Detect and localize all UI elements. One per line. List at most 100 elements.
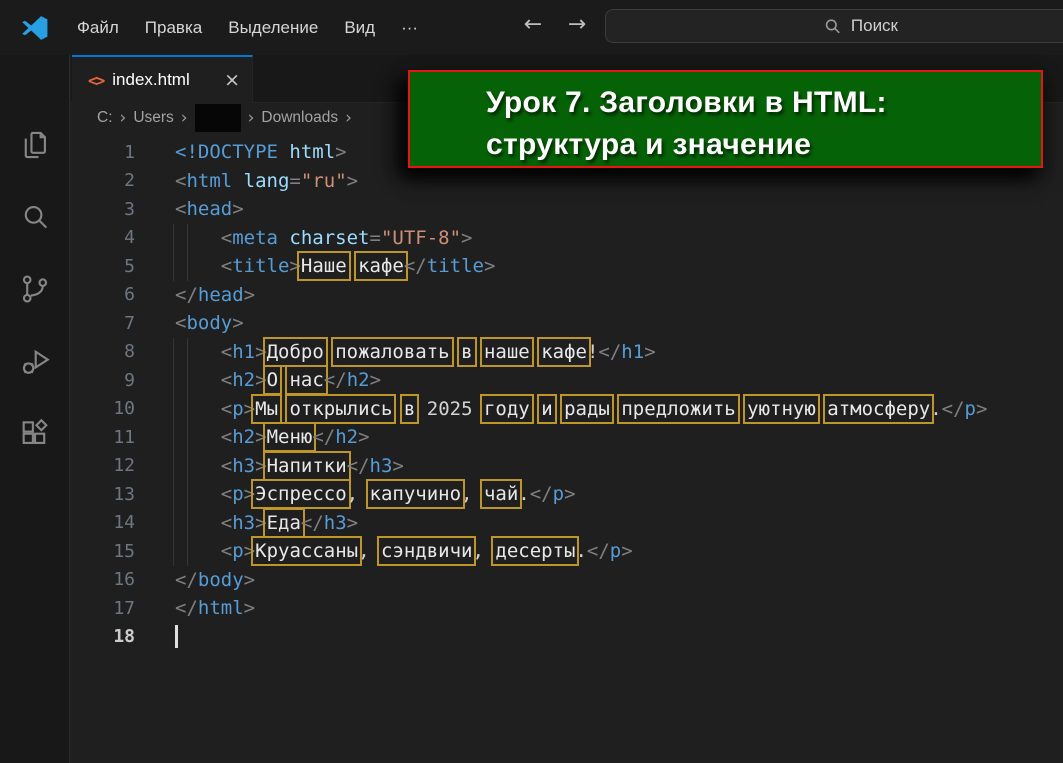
search-inner: Поиск: [823, 16, 898, 36]
menu-edit[interactable]: Правка: [132, 10, 215, 46]
tab-index-html[interactable]: <> index.html ×: [72, 55, 253, 103]
extensions-icon[interactable]: [18, 416, 52, 450]
indent-guide: [173, 537, 174, 566]
spellcheck-word-box: кафе: [541, 341, 587, 363]
indent-guide: [187, 338, 188, 367]
indent-guide: [187, 509, 188, 538]
code-line: 11 <h2>Меню</h2>: [71, 423, 1063, 452]
code-token: [392, 398, 403, 420]
code-token: body: [198, 569, 244, 591]
line-number: 3: [71, 199, 135, 220]
line-number: 9: [71, 370, 135, 391]
code-token: body: [186, 312, 232, 334]
explorer-icon[interactable]: [18, 128, 52, 162]
menu-file[interactable]: Файл: [64, 10, 132, 46]
close-icon[interactable]: ×: [224, 69, 240, 91]
spellcheck-word-box: пожаловать: [335, 341, 449, 363]
code-token: >: [370, 369, 381, 391]
code-token: [175, 255, 221, 277]
breadcrumb-users[interactable]: Users: [133, 109, 173, 127]
spellcheck-word-box: Меню: [267, 426, 313, 448]
line-number: 1: [71, 142, 135, 163]
code-token: [175, 227, 221, 249]
code-token: charset: [278, 227, 370, 249]
code-text: <title>Наше кафе</title>: [175, 255, 495, 277]
spellcheck-word-box: О: [267, 369, 278, 391]
code-token: >: [335, 141, 346, 163]
code-token: h3: [370, 455, 393, 477]
code-token: ,: [461, 483, 484, 505]
search-sidebar-icon[interactable]: [18, 200, 52, 234]
code-token: </: [175, 569, 198, 591]
code-token: <: [175, 198, 186, 220]
code-token: >: [255, 426, 266, 448]
code-token: >: [289, 255, 300, 277]
code-token: [175, 426, 221, 448]
spellcheck-word-box: году: [484, 398, 530, 420]
code-token: </: [942, 398, 965, 420]
line-number: 12: [71, 455, 135, 476]
source-control-icon[interactable]: [18, 272, 52, 306]
indent-guide: [187, 395, 188, 424]
code-token: h2: [335, 426, 358, 448]
code-token: [175, 540, 221, 562]
spellcheck-word-box: уютную: [747, 398, 816, 420]
line-number: 10: [71, 398, 135, 419]
lesson-banner: Урок 7. Заголовки в HTML: структура и зн…: [408, 70, 1043, 168]
back-arrow-icon[interactable]: ←: [516, 12, 550, 37]
code-token: <: [221, 398, 232, 420]
code-token: p: [553, 483, 564, 505]
html-file-icon: <>: [88, 71, 103, 90]
code-token: [278, 398, 289, 420]
line-number: 18: [71, 626, 135, 647]
indent-guide: [187, 537, 188, 566]
code-token: <: [221, 483, 232, 505]
breadcrumb-drive[interactable]: C:: [97, 109, 113, 127]
code-token: .: [575, 540, 586, 562]
run-debug-icon[interactable]: [18, 344, 52, 378]
menu-selection[interactable]: Выделение: [215, 10, 331, 46]
code-token: >: [255, 341, 266, 363]
editor-pane[interactable]: 1<!DOCTYPE html>2<html lang="ru">3<head>…: [71, 133, 1063, 763]
indent-guide: [173, 338, 174, 367]
code-token: >: [564, 483, 575, 505]
code-text: <p>Мы открылись в 2025 году и рады предл…: [175, 398, 987, 420]
code-token: <: [221, 512, 232, 534]
indent-guide: [173, 509, 174, 538]
code-token: <: [175, 312, 186, 334]
code-token: head: [198, 284, 244, 306]
code-line: 9 <h2>О нас</h2>: [71, 366, 1063, 395]
code-token: =: [370, 227, 381, 249]
code-token: !: [587, 341, 598, 363]
code-token: </: [347, 455, 370, 477]
menu-view[interactable]: Вид: [331, 10, 388, 46]
code-text: </html>: [175, 597, 255, 619]
code-token: >: [244, 597, 255, 619]
breadcrumb-downloads[interactable]: Downloads: [261, 109, 338, 127]
chevron-right-icon: ›: [120, 108, 127, 128]
code-text: <h3>Еда</h3>: [175, 512, 358, 534]
code-token: h3: [232, 512, 255, 534]
code-line: 4 <meta charset="UTF-8">: [71, 224, 1063, 253]
code-token: <: [221, 341, 232, 363]
code-token: <: [175, 170, 186, 192]
menu-more[interactable]: ···: [388, 10, 431, 46]
code-token: >: [621, 540, 632, 562]
chevron-right-icon: ›: [345, 108, 352, 128]
code-token: [175, 398, 221, 420]
spellcheck-word-box: предложить: [621, 398, 735, 420]
code-text: <!DOCTYPE html>: [175, 141, 347, 163]
code-token: h2: [232, 426, 255, 448]
code-token: [450, 341, 461, 363]
code-token: </: [598, 341, 621, 363]
line-number: 13: [71, 484, 135, 505]
code-token: [175, 369, 221, 391]
indent-guide: [173, 252, 174, 281]
forward-arrow-icon[interactable]: →: [560, 12, 594, 37]
indent-guide: [187, 480, 188, 509]
code-token: title: [232, 255, 289, 277]
search-input[interactable]: Поиск: [605, 9, 1063, 43]
menu-bar: ФайлПравкаВыделениеВид···: [64, 10, 431, 46]
indent-guide: [173, 366, 174, 395]
indent-guide: [187, 452, 188, 481]
